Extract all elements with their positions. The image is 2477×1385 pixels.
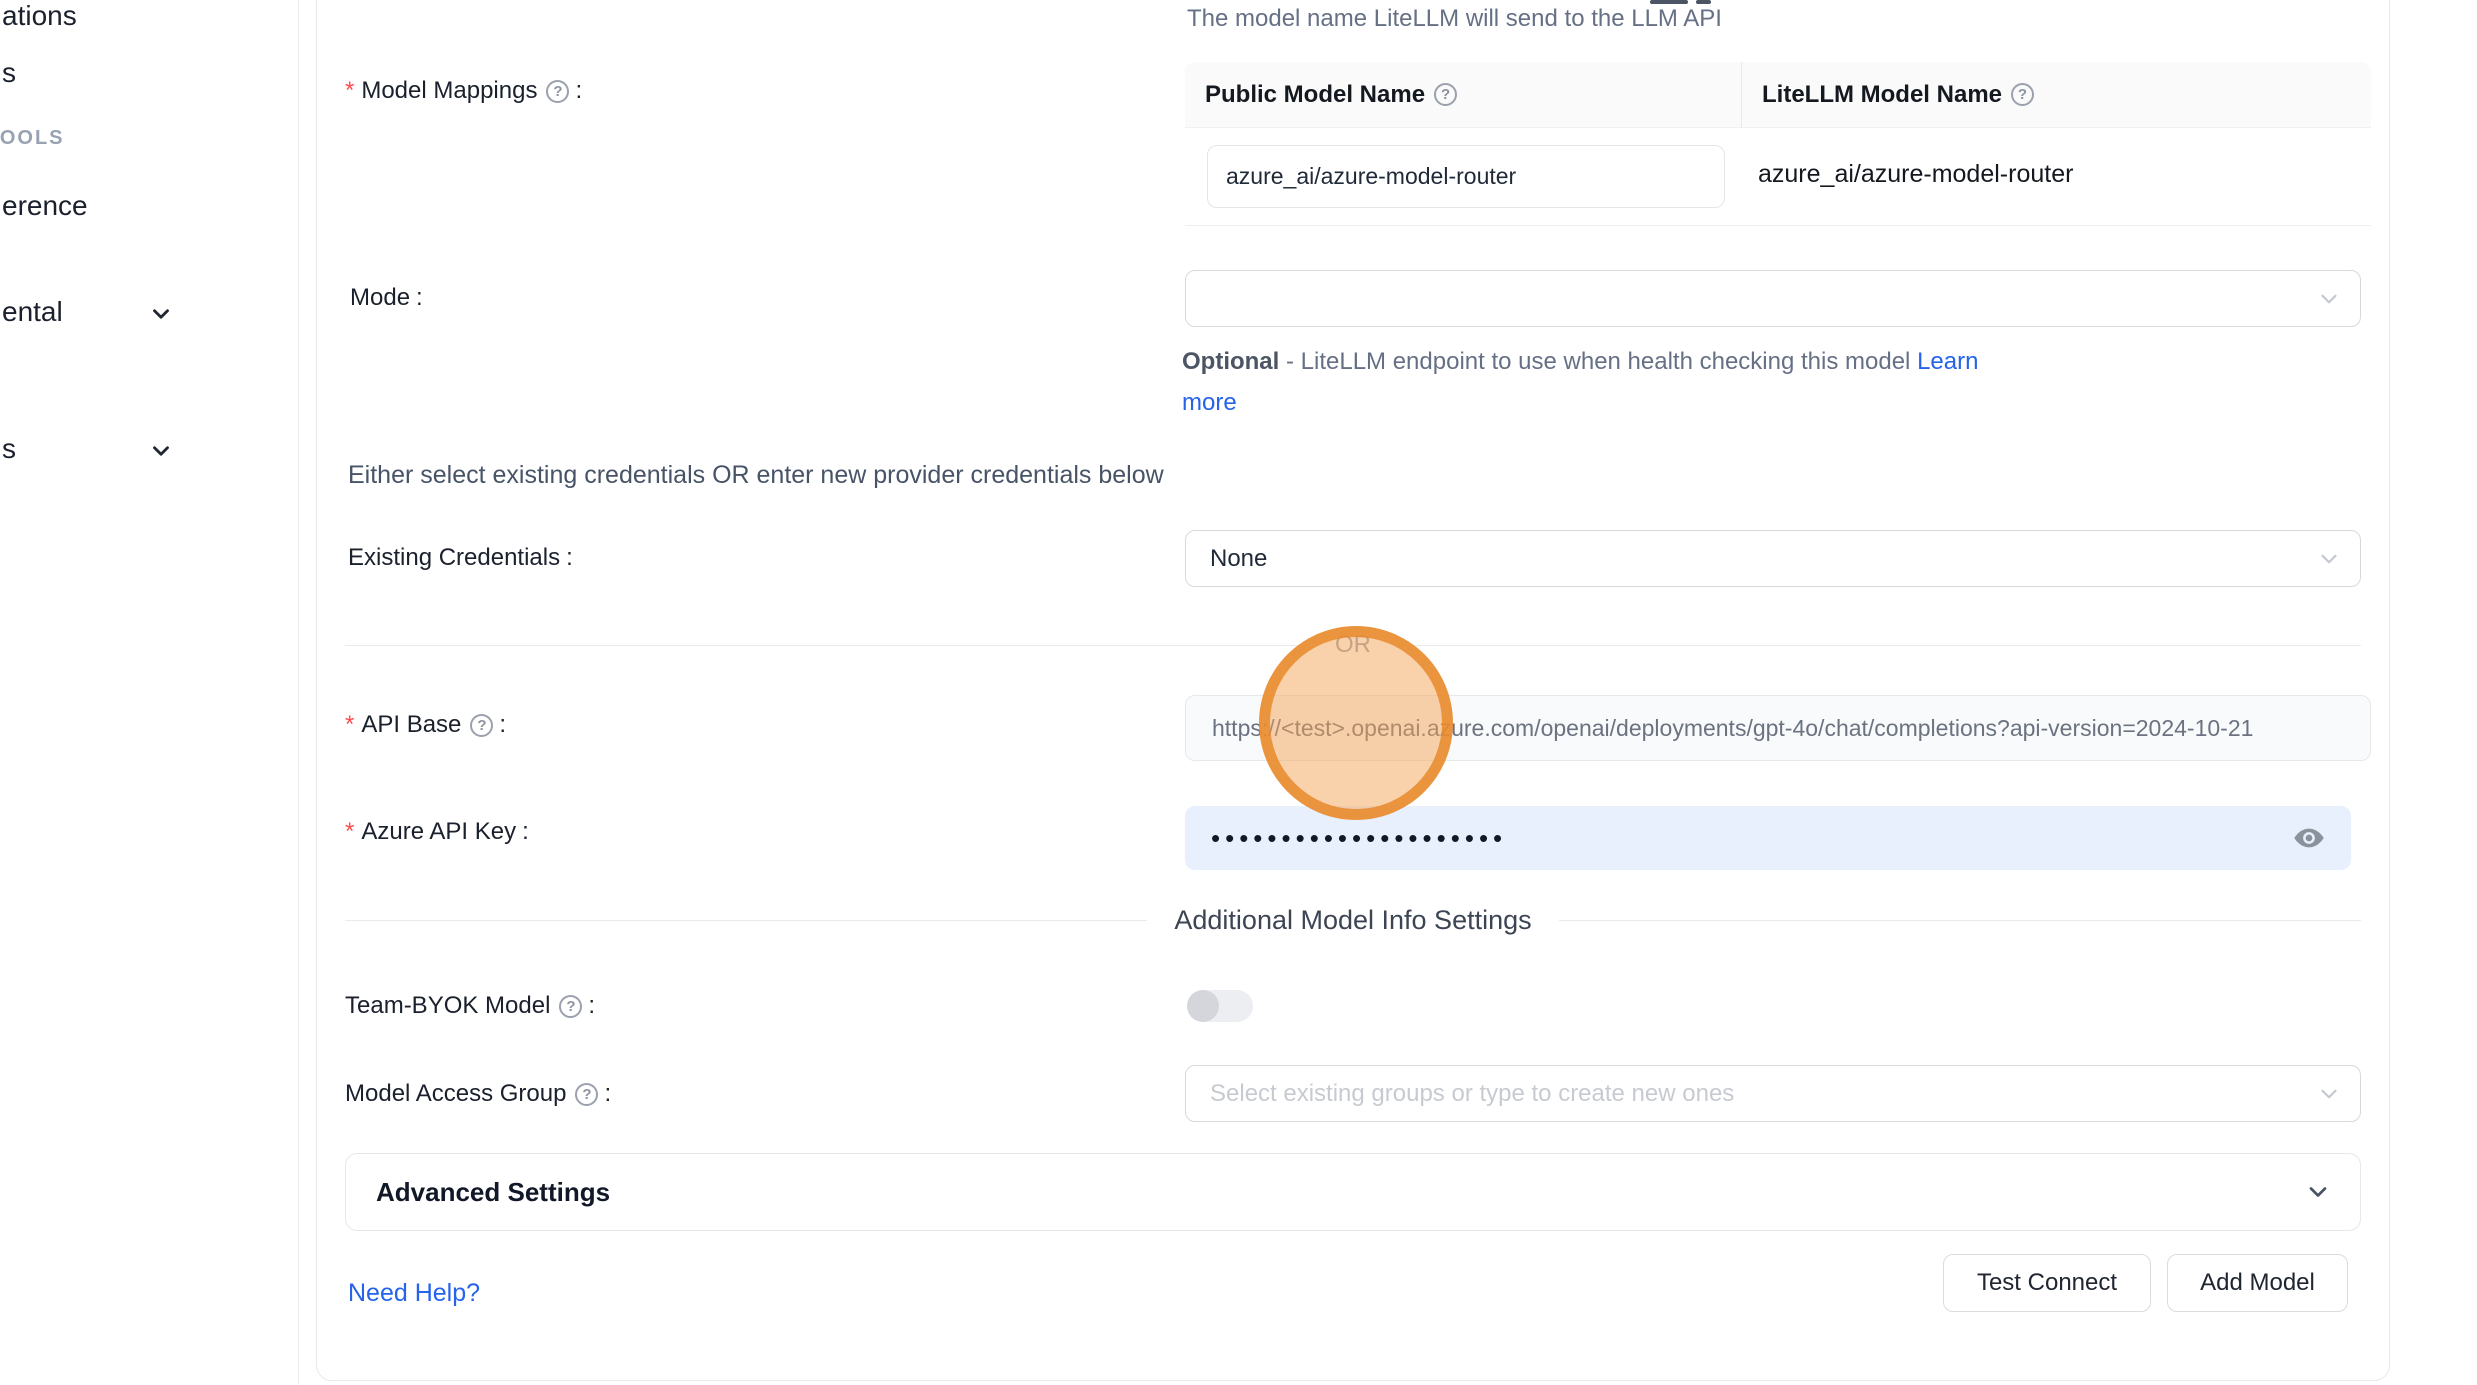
public-model-name-header: Public Model Name ?	[1185, 62, 1741, 127]
cut-off-text-fragment	[1650, 0, 1688, 4]
mode-helper-bold: Optional	[1182, 348, 1279, 375]
public-model-name-header-label: Public Model Name	[1205, 81, 1425, 109]
azure-api-key-label: Azure API Key	[361, 818, 516, 846]
add-model-button[interactable]: Add Model	[2167, 1254, 2348, 1312]
model-mappings-label-row: * Model Mappings ? :	[345, 74, 582, 108]
model-access-group-label-row: Model Access Group ? :	[345, 1077, 611, 1111]
existing-credentials-label-row: Existing Credentials :	[348, 541, 573, 575]
help-circle-icon[interactable]: ?	[1434, 83, 1457, 106]
model-mappings-table: Public Model Name ? LiteLLM Model Name ?…	[1185, 62, 2371, 226]
model-name-helper-text: The model name LiteLLM will send to the …	[1187, 5, 1722, 33]
mode-helper-text: Optional - LiteLLM endpoint to use when …	[1182, 341, 1982, 423]
test-connect-button[interactable]: Test Connect	[1943, 1254, 2151, 1312]
additional-info-divider-label: Additional Model Info Settings	[1147, 905, 1558, 936]
model-mappings-label: Model Mappings	[361, 77, 537, 105]
api-base-value: https://<test>.openai.azure.com/openai/d…	[1212, 715, 2253, 742]
sidebar-item-truncated-1[interactable]: ations	[2, 0, 77, 32]
sidebar-section-tools: TOOLS	[0, 127, 65, 150]
model-access-group-label: Model Access Group	[345, 1080, 566, 1108]
chevron-down-icon	[2316, 1081, 2342, 1107]
sidebar-item-truncated-5[interactable]: s	[2, 433, 16, 465]
azure-api-key-label-row: * Azure API Key :	[345, 815, 529, 849]
mode-helper-body: - LiteLLM endpoint to use when health ch…	[1279, 348, 1917, 375]
required-marker: *	[345, 77, 354, 105]
label-colon: :	[575, 77, 582, 105]
credentials-note: Either select existing credentials OR en…	[348, 461, 1164, 490]
label-colon: :	[604, 1080, 611, 1108]
help-circle-icon[interactable]: ?	[470, 714, 493, 737]
label-colon: :	[566, 544, 573, 572]
chevron-down-icon	[2316, 546, 2342, 572]
team-byok-label-row: Team-BYOK Model ? :	[345, 989, 595, 1023]
litellm-model-name-header: LiteLLM Model Name ?	[1741, 62, 2371, 127]
sidebar-item-truncated-2[interactable]: s	[2, 57, 16, 89]
model-access-group-placeholder: Select existing groups or type to create…	[1210, 1080, 1734, 1108]
label-colon: :	[522, 818, 529, 846]
help-circle-icon[interactable]: ?	[575, 1083, 598, 1106]
api-base-input[interactable]: https://<test>.openai.azure.com/openai/d…	[1185, 695, 2371, 761]
label-colon: :	[416, 284, 423, 312]
chevron-down-icon[interactable]	[148, 438, 174, 464]
toggle-knob	[1187, 990, 1219, 1022]
sidebar-item-truncated-3[interactable]: erence	[2, 190, 88, 222]
required-marker: *	[345, 711, 354, 739]
label-colon: :	[588, 992, 595, 1020]
azure-api-key-input[interactable]: •••••••••••••••••••••	[1185, 806, 2351, 870]
existing-credentials-value: None	[1210, 545, 1267, 573]
additional-info-divider: Additional Model Info Settings	[345, 903, 2361, 937]
label-colon: :	[499, 711, 506, 739]
eye-icon[interactable]	[2293, 822, 2325, 854]
mode-label-row: Mode :	[350, 281, 423, 315]
api-base-label: API Base	[361, 711, 461, 739]
mode-select[interactable]	[1185, 270, 2361, 327]
mode-label: Mode	[350, 284, 410, 312]
team-byok-label: Team-BYOK Model	[345, 992, 550, 1020]
help-circle-icon[interactable]: ?	[559, 995, 582, 1018]
sidebar: ations s TOOLS erence ental s	[0, 0, 299, 1385]
api-base-label-row: * API Base ? :	[345, 708, 506, 742]
advanced-settings-panel[interactable]: Advanced Settings	[345, 1153, 2361, 1231]
model-access-group-select[interactable]: Select existing groups or type to create…	[1185, 1065, 2361, 1122]
chevron-down-icon	[2304, 1178, 2332, 1206]
advanced-settings-label: Advanced Settings	[376, 1177, 610, 1208]
or-divider: OR	[345, 628, 2361, 662]
cut-off-text-fragment	[1696, 0, 1711, 4]
azure-api-key-masked-value: •••••••••••••••••••••	[1211, 825, 1507, 851]
or-divider-label: OR	[1308, 631, 1398, 659]
public-model-name-value: azure_ai/azure-model-router	[1226, 163, 1516, 190]
litellm-model-name-header-label: LiteLLM Model Name	[1762, 81, 2002, 109]
existing-credentials-select[interactable]: None	[1185, 530, 2361, 587]
public-model-name-input[interactable]: azure_ai/azure-model-router	[1207, 145, 1725, 208]
need-help-link[interactable]: Need Help?	[348, 1279, 480, 1308]
required-marker: *	[345, 818, 354, 846]
help-circle-icon[interactable]: ?	[2011, 83, 2034, 106]
existing-credentials-label: Existing Credentials	[348, 544, 560, 572]
help-circle-icon[interactable]: ?	[546, 80, 569, 103]
sidebar-item-truncated-4[interactable]: ental	[2, 296, 63, 328]
chevron-down-icon[interactable]	[148, 301, 174, 327]
chevron-down-icon	[2316, 286, 2342, 312]
model-mappings-table-header: Public Model Name ? LiteLLM Model Name ?	[1185, 62, 2371, 128]
team-byok-toggle[interactable]	[1187, 990, 1253, 1022]
litellm-model-name-value: azure_ai/azure-model-router	[1758, 160, 2073, 189]
